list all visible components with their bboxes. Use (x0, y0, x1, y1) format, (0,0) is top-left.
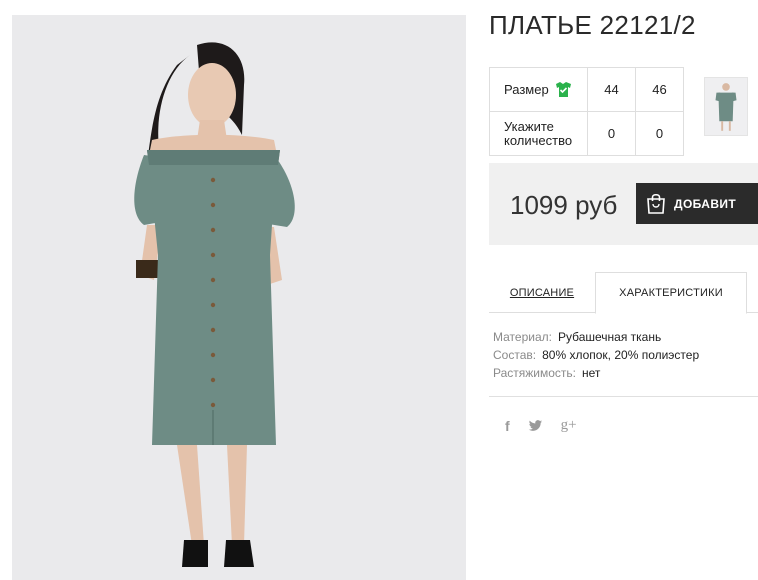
size-chart-icon[interactable] (555, 81, 572, 98)
characteristic-row: Состав: 80% хлопок, 20% полиэстер (493, 346, 699, 364)
size-quantity-table: Размер 44 46 Укажите количество 0 0 (489, 67, 684, 156)
size-label: Размер (504, 81, 549, 97)
size-44-cell: 44 (587, 67, 636, 112)
divider (489, 396, 758, 397)
price-box: 1099 руб ДОБАВИТ (489, 163, 758, 245)
tab-description[interactable]: ОПИСАНИЕ (489, 272, 595, 313)
facebook-icon[interactable]: f (505, 418, 510, 434)
social-share: f g+ (505, 417, 577, 434)
product-tabs: ОПИСАНИЕ ХАРАКТЕРИСТИКИ (489, 272, 758, 314)
thumbnail-illustration (705, 78, 747, 135)
characteristic-key: Растяжимость: (493, 366, 577, 380)
characteristic-value: нет (582, 366, 601, 380)
quantity-46-input[interactable]: 0 (635, 111, 684, 156)
product-price: 1099 руб (510, 190, 618, 220)
characteristic-row: Растяжимость: нет (493, 364, 699, 382)
characteristic-row: Материал: Рубашечная ткань (493, 328, 699, 346)
product-thumbnail[interactable] (704, 77, 748, 136)
quantity-row: Укажите количество 0 0 (489, 111, 684, 156)
shopping-bag-icon (647, 193, 665, 214)
product-title: ПЛАТЬЕ 22121/2 (489, 10, 696, 40)
size-46-cell: 46 (635, 67, 684, 112)
product-image[interactable] (12, 15, 466, 580)
add-to-cart-button[interactable]: ДОБАВИТ (636, 183, 758, 224)
size-header-cell: Размер (489, 67, 588, 112)
quantity-label: Укажите количество (489, 111, 588, 156)
characteristic-key: Материал: (493, 330, 552, 344)
tab-characteristics[interactable]: ХАРАКТЕРИСТИКИ (595, 272, 747, 314)
twitter-icon[interactable] (528, 419, 543, 432)
characteristic-value: 80% хлопок, 20% полиэстер (542, 348, 700, 362)
characteristic-value: Рубашечная ткань (557, 330, 662, 344)
quantity-44-input[interactable]: 0 (587, 111, 636, 156)
characteristics-list: Материал: Рубашечная ткань Состав: 80% хло… (493, 328, 699, 382)
google-plus-icon[interactable]: g+ (561, 417, 577, 434)
characteristic-key: Состав: (493, 348, 537, 362)
model-in-dress-illustration (12, 15, 466, 580)
add-to-cart-label: ДОБАВИТ (674, 196, 737, 211)
size-row: Размер 44 46 (489, 67, 684, 112)
